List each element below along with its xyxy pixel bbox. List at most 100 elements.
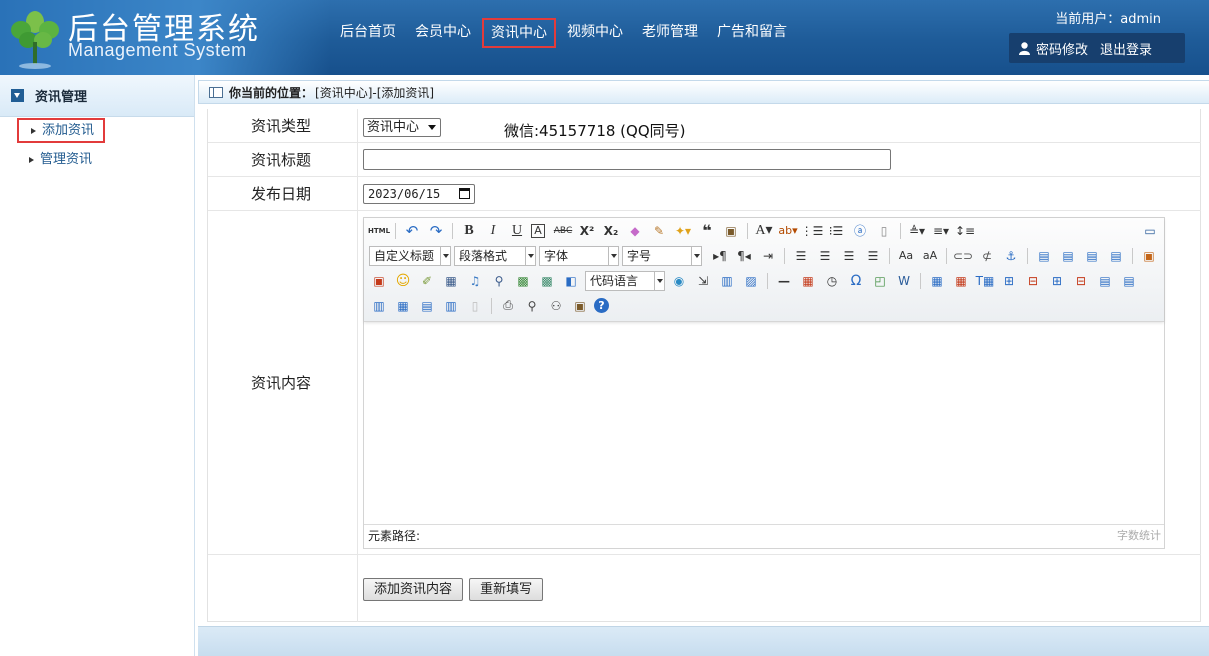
change-password-link[interactable]: 密码修改 [1036,39,1088,58]
word-image-icon[interactable]: W [894,271,914,291]
superscript-icon[interactable]: X² [577,221,597,241]
insert-paragraph-before-table-icon[interactable]: T▦ [975,271,995,291]
reset-button[interactable]: 重新填写 [469,578,544,601]
border-font-icon[interactable]: A [531,223,545,238]
background-icon[interactable]: ▨ [741,271,761,291]
date-input[interactable]: 2023/06/15 [363,184,475,204]
split-to-rows-icon[interactable]: ▤ [417,296,437,316]
select-all-icon[interactable]: ⓐ [850,221,870,241]
snapscreen-icon[interactable]: ◰ [870,271,890,291]
indent-icon[interactable]: ⇥ [758,246,778,266]
insert-table-icon[interactable]: ▦ [927,271,947,291]
nav-video[interactable]: 视频中心 [559,18,631,48]
image-none-icon[interactable]: ▤ [1082,246,1102,266]
rtl-icon[interactable]: ¶◂ [734,246,754,266]
link-icon[interactable]: ⊂⊃ [953,246,973,266]
drafts-icon[interactable]: ▣ [570,296,590,316]
row-spacing-bottom-icon[interactable]: ≡▾ [931,221,951,241]
music-icon[interactable]: ♫ [465,271,485,291]
font-family-combo[interactable]: 字体 [539,245,619,266]
chart-icon[interactable]: ▯ [465,296,485,316]
title-input[interactable] [363,149,891,170]
calendar-icon[interactable] [459,188,470,199]
italic-icon[interactable]: I [483,221,503,241]
submit-button[interactable]: 添加资讯内容 [363,578,464,601]
nav-news[interactable]: 资讯中心 [482,18,556,48]
uppercase-icon[interactable]: Aa [896,246,916,266]
image-center-icon[interactable]: ▤ [1106,246,1126,266]
nav-teachers[interactable]: 老师管理 [634,18,706,48]
format-brush-icon[interactable]: ✎ [649,221,669,241]
emotion-icon[interactable]: ☺ [393,271,413,291]
merge-down-icon[interactable]: ▥ [369,296,389,316]
blockquote-icon[interactable]: ❝ [697,221,717,241]
merge-cells-icon[interactable]: ▤ [1095,271,1115,291]
code-language-combo[interactable]: 代码语言 [585,270,665,291]
delete-row-icon[interactable]: ⊟ [1023,271,1043,291]
eraser-icon[interactable]: ◆ [625,221,645,241]
image-icon[interactable]: ▣ [1139,246,1159,266]
insert-video-icon[interactable]: ▦ [441,271,461,291]
print-icon[interactable]: ⎙ [498,296,518,316]
web-app-icon[interactable]: ◉ [669,271,689,291]
delete-col-icon[interactable]: ⊟ [1071,271,1091,291]
delete-table-icon[interactable]: ▦ [951,271,971,291]
align-center-icon[interactable]: ☰ [815,246,835,266]
font-color-icon[interactable]: A▾ [754,221,774,241]
nav-home[interactable]: 后台首页 [332,18,404,48]
subscript-icon[interactable]: X₂ [601,221,621,241]
editor-content-area[interactable] [364,324,1164,526]
custom-title-combo[interactable]: 自定义标题 [369,245,451,266]
insert-image-icon[interactable]: ▣ [369,271,389,291]
font-size-combo[interactable]: 字号 [622,245,702,266]
nav-members[interactable]: 会员中心 [407,18,479,48]
ltr-icon[interactable]: ▸¶ [710,246,730,266]
align-justify-icon[interactable]: ☰ [863,246,883,266]
insert-frame-icon[interactable]: ◧ [561,271,581,291]
logout-link[interactable]: 退出登录 [1100,39,1152,58]
unlink-icon[interactable]: ⊄ [977,246,997,266]
fullscreen-icon[interactable]: ▭ [1140,221,1160,241]
help-icon[interactable]: ? [594,298,609,313]
map-icon[interactable]: ▩ [513,271,533,291]
attachment-icon[interactable]: ⚲ [489,271,509,291]
underline-icon[interactable]: U [507,221,527,241]
horizontal-rule-icon[interactable]: — [774,271,794,291]
template-icon[interactable]: ▥ [717,271,737,291]
time-icon[interactable]: ◷ [822,271,842,291]
merge-right-icon[interactable]: ▤ [1119,271,1139,291]
redo-icon[interactable]: ↷ [426,221,446,241]
preview-icon[interactable]: ⚲ [522,296,542,316]
anchor-icon[interactable]: ⚓ [1001,246,1021,266]
auto-format-icon[interactable]: ✦▾ [673,221,693,241]
paragraph-combo[interactable]: 段落格式 [454,245,536,266]
undo-icon[interactable]: ↶ [402,221,422,241]
align-left-icon[interactable]: ☰ [791,246,811,266]
split-to-cols-icon[interactable]: ▥ [441,296,461,316]
special-char-icon[interactable]: Ω [846,271,866,291]
sidebar-item-add-news[interactable]: 添加资讯 [17,118,105,143]
unordered-list-icon[interactable]: ⁝☰ [826,221,846,241]
gmap-icon[interactable]: ▩ [537,271,557,291]
strikethrough-icon[interactable]: ABC [553,221,573,241]
nav-ads[interactable]: 广告和留言 [709,18,795,48]
row-spacing-top-icon[interactable]: ≜▾ [907,221,927,241]
page-break-icon[interactable]: ⇲ [693,271,713,291]
scrawl-icon[interactable]: ✐ [417,271,437,291]
type-select[interactable]: 资讯中心 [363,118,441,137]
bold-icon[interactable]: B [459,221,479,241]
split-to-cells-icon[interactable]: ▦ [393,296,413,316]
highlight-color-icon[interactable]: ab▾ [778,221,798,241]
date-icon[interactable]: ▦ [798,271,818,291]
paste-text-icon[interactable]: ▣ [721,221,741,241]
clear-doc-icon[interactable]: ▯ [874,221,894,241]
sidebar-section-header[interactable]: 资讯管理 [0,75,194,117]
lowercase-icon[interactable]: aA [920,246,940,266]
search-replace-icon[interactable]: ⚇ [546,296,566,316]
line-height-icon[interactable]: ↕≡ [955,221,975,241]
html-source-icon[interactable]: HTML [368,221,390,241]
image-left-icon[interactable]: ▤ [1034,246,1054,266]
sidebar-item-manage-news[interactable]: 管理资讯 [17,149,107,173]
insert-row-icon[interactable]: ⊞ [999,271,1019,291]
image-right-icon[interactable]: ▤ [1058,246,1078,266]
